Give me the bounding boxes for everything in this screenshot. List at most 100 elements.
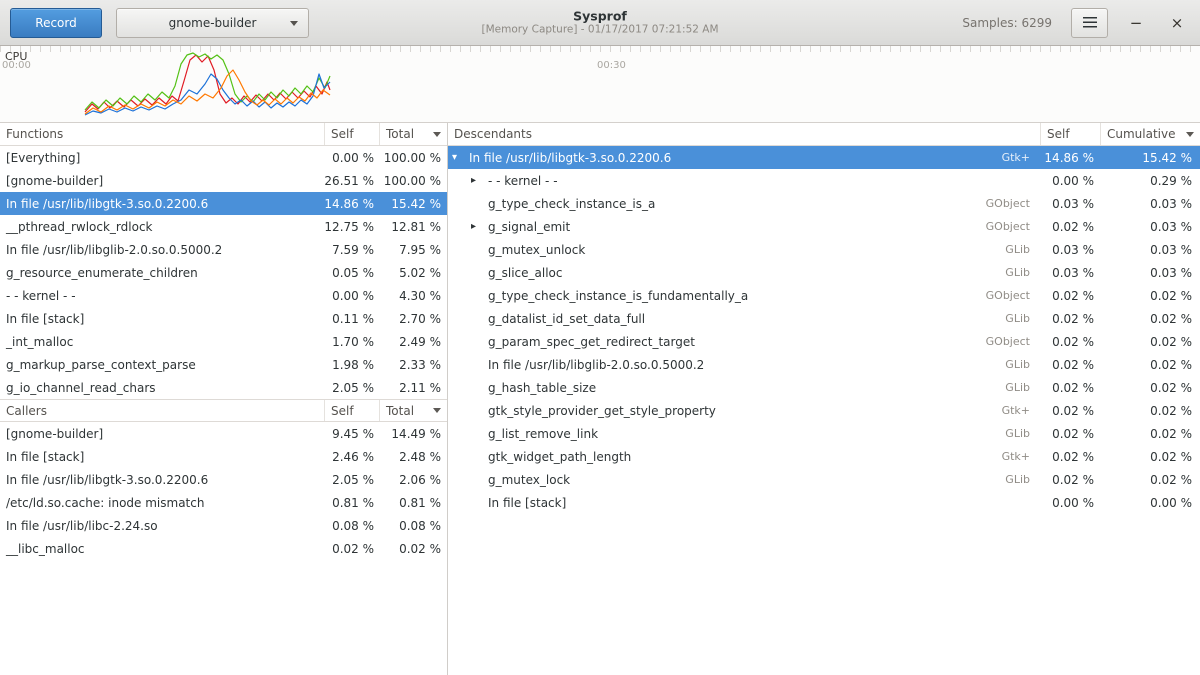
- table-row[interactable]: g_io_channel_read_chars2.05 %2.11 %: [0, 376, 447, 399]
- table-row[interactable]: g_hash_table_sizeGLib0.02 %0.02 %: [448, 376, 1200, 399]
- function-name: g_mutex_unlock: [488, 243, 585, 257]
- function-name: g_datalist_id_set_data_full: [488, 312, 645, 326]
- table-row[interactable]: g_slice_allocGLib0.03 %0.03 %: [448, 261, 1200, 284]
- table-row[interactable]: [gnome-builder]9.45 %14.49 %: [0, 422, 447, 445]
- self-value: 14.86 %: [1040, 151, 1100, 165]
- table-row[interactable]: g_param_spec_get_redirect_targetGObject0…: [448, 330, 1200, 353]
- table-row[interactable]: In file /usr/lib/libgtk-3.so.0.2200.62.0…: [0, 468, 447, 491]
- total-value: 2.33 %: [379, 358, 447, 372]
- table-row[interactable]: g_type_check_instance_is_aGObject0.03 %0…: [448, 192, 1200, 215]
- function-name: In file /usr/lib/libgtk-3.so.0.2200.6: [0, 197, 324, 211]
- table-row[interactable]: In file /usr/lib/libgtk-3.so.0.2200.614.…: [0, 192, 447, 215]
- headerbar: Record gnome-builder Sysprof [Memory Cap…: [0, 0, 1200, 46]
- table-row[interactable]: gtk_style_provider_get_style_propertyGtk…: [448, 399, 1200, 422]
- descendants-cumulative-column-header[interactable]: Cumulative: [1100, 123, 1200, 145]
- functions-self-column-header[interactable]: Self: [324, 123, 379, 145]
- table-row[interactable]: _int_malloc1.70 %2.49 %: [0, 330, 447, 353]
- record-button[interactable]: Record: [10, 8, 102, 38]
- callers-column-header[interactable]: Callers: [0, 400, 324, 421]
- table-row[interactable]: In file /usr/lib/libc-2.24.so0.08 %0.08 …: [0, 514, 447, 537]
- function-name: g_markup_parse_context_parse: [0, 358, 324, 372]
- total-value: 0.81 %: [379, 496, 447, 510]
- table-row[interactable]: g_mutex_lockGLib0.02 %0.02 %: [448, 468, 1200, 491]
- target-selector[interactable]: gnome-builder: [116, 8, 309, 38]
- self-value: 0.05 %: [324, 266, 379, 280]
- category-label: Gtk+: [1002, 450, 1040, 463]
- function-name: gtk_style_provider_get_style_property: [488, 404, 716, 418]
- table-row[interactable]: In file /usr/lib/libglib-2.0.so.0.5000.2…: [448, 353, 1200, 376]
- total-value: 2.49 %: [379, 335, 447, 349]
- function-name-cell: g_list_remove_linkGLib: [448, 427, 1040, 441]
- table-row[interactable]: gtk_widget_path_lengthGtk+0.02 %0.02 %: [448, 445, 1200, 468]
- table-row[interactable]: In file [stack]0.11 %2.70 %: [0, 307, 447, 330]
- function-name: __libc_malloc: [0, 542, 324, 556]
- functions-header: Functions Self Total: [0, 123, 447, 146]
- descendants-self-column-header[interactable]: Self: [1040, 123, 1100, 145]
- expander-icon[interactable]: ▾: [452, 152, 469, 163]
- table-row[interactable]: ▸g_signal_emitGObject0.02 %0.03 %: [448, 215, 1200, 238]
- table-row[interactable]: g_list_remove_linkGLib0.02 %0.02 %: [448, 422, 1200, 445]
- close-button[interactable]: ×: [1164, 10, 1190, 36]
- self-value: 0.02 %: [1040, 381, 1100, 395]
- menu-button[interactable]: [1071, 8, 1108, 38]
- cumulative-value: 0.02 %: [1100, 358, 1200, 372]
- function-name: _int_malloc: [0, 335, 324, 349]
- table-row[interactable]: In file /usr/lib/libglib-2.0.so.0.5000.2…: [0, 238, 447, 261]
- function-name-cell: g_mutex_lockGLib: [448, 473, 1040, 487]
- cumulative-value: 0.29 %: [1100, 174, 1200, 188]
- table-row[interactable]: g_resource_enumerate_children0.05 %5.02 …: [0, 261, 447, 284]
- callers-total-column-header[interactable]: Total: [379, 400, 447, 421]
- table-row[interactable]: ▸- - kernel - -0.00 %0.29 %: [448, 169, 1200, 192]
- total-value: 2.70 %: [379, 312, 447, 326]
- function-name: [gnome-builder]: [0, 174, 324, 188]
- table-row[interactable]: - - kernel - -0.00 %4.30 %: [0, 284, 447, 307]
- function-name: - - kernel - -: [488, 174, 558, 188]
- function-name-cell: gtk_style_provider_get_style_propertyGtk…: [448, 404, 1040, 418]
- functions-column-header[interactable]: Functions: [0, 123, 324, 145]
- cumulative-value: 0.02 %: [1100, 473, 1200, 487]
- descendants-header: Descendants Self Cumulative: [448, 123, 1200, 146]
- self-value: 0.00 %: [1040, 496, 1100, 510]
- self-value: 0.02 %: [1040, 220, 1100, 234]
- callers-self-column-header[interactable]: Self: [324, 400, 379, 421]
- cumulative-value: 0.02 %: [1100, 404, 1200, 418]
- expander-icon[interactable]: ▸: [471, 175, 488, 186]
- function-name-cell: ▾In file /usr/lib/libgtk-3.so.0.2200.6Gt…: [448, 151, 1040, 165]
- table-row[interactable]: __libc_malloc0.02 %0.02 %: [0, 537, 447, 560]
- table-row[interactable]: g_datalist_id_set_data_fullGLib0.02 %0.0…: [448, 307, 1200, 330]
- function-name-cell: ▸- - kernel - -: [448, 174, 1040, 188]
- cpu-line-green: [85, 53, 330, 110]
- function-name-cell: g_mutex_unlockGLib: [448, 243, 1040, 257]
- table-row[interactable]: /etc/ld.so.cache: inode mismatch0.81 %0.…: [0, 491, 447, 514]
- minimize-button[interactable]: −: [1123, 10, 1149, 36]
- chevron-down-icon: [290, 21, 298, 26]
- function-name: In file [stack]: [0, 450, 324, 464]
- function-name-cell: g_datalist_id_set_data_fullGLib: [448, 312, 1040, 326]
- descendants-column-header[interactable]: Descendants: [448, 123, 1040, 145]
- expander-icon[interactable]: ▸: [471, 221, 488, 232]
- table-row[interactable]: __pthread_rwlock_rdlock12.75 %12.81 %: [0, 215, 447, 238]
- cumulative-value: 0.02 %: [1100, 427, 1200, 441]
- table-row[interactable]: ▾In file /usr/lib/libgtk-3.so.0.2200.6Gt…: [448, 146, 1200, 169]
- functions-total-column-header[interactable]: Total: [379, 123, 447, 145]
- descendants-cumulative-label: Cumulative: [1107, 127, 1176, 141]
- function-name: g_param_spec_get_redirect_target: [488, 335, 695, 349]
- table-row[interactable]: [Everything]0.00 %100.00 %: [0, 146, 447, 169]
- descendants-body: ▾In file /usr/lib/libgtk-3.so.0.2200.6Gt…: [448, 146, 1200, 514]
- table-row[interactable]: g_markup_parse_context_parse1.98 %2.33 %: [0, 353, 447, 376]
- cpu-graph[interactable]: CPU 00:00 00:30: [0, 46, 1200, 123]
- category-label: GObject: [986, 335, 1040, 348]
- table-row[interactable]: g_mutex_unlockGLib0.03 %0.03 %: [448, 238, 1200, 261]
- table-row[interactable]: In file [stack]0.00 %0.00 %: [448, 491, 1200, 514]
- table-row[interactable]: In file [stack]2.46 %2.48 %: [0, 445, 447, 468]
- function-name: g_type_check_instance_is_fundamentally_a: [488, 289, 748, 303]
- samples-count: Samples: 6299: [962, 16, 1052, 30]
- table-row[interactable]: g_type_check_instance_is_fundamentally_a…: [448, 284, 1200, 307]
- total-value: 0.02 %: [379, 542, 447, 556]
- self-value: 0.03 %: [1040, 197, 1100, 211]
- close-icon: ×: [1171, 14, 1184, 32]
- category-label: GObject: [986, 197, 1040, 210]
- cumulative-value: 0.03 %: [1100, 266, 1200, 280]
- table-row[interactable]: [gnome-builder]26.51 %100.00 %: [0, 169, 447, 192]
- function-name-cell: g_type_check_instance_is_fundamentally_a…: [448, 289, 1040, 303]
